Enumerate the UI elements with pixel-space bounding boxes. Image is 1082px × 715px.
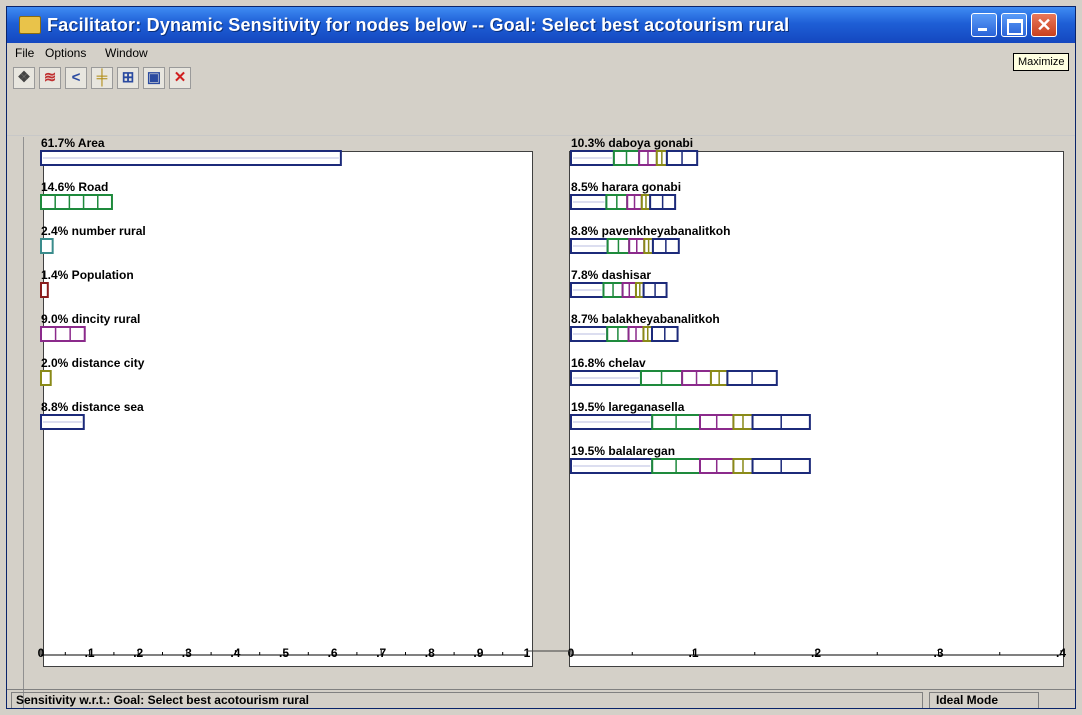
right-axis-tick-label: .2 [811, 646, 821, 660]
alternative-label: 19.5% balalaregan [571, 444, 675, 458]
criterion-bar [40, 326, 86, 342]
criterion-label: 14.6% Road [41, 180, 108, 194]
left-axis-tick-label: .8 [425, 646, 435, 660]
alternative-label: 19.5% lareganasella [571, 400, 685, 414]
alternative-label: 8.7% balakheyabanalitkoh [571, 312, 720, 326]
left-axis-tick-label: .3 [182, 646, 192, 660]
criterion-label: 9.0% dincity rural [41, 312, 140, 326]
right-axis-tick-label: .4 [1056, 646, 1066, 660]
right-axis-tick-label: 0 [568, 646, 575, 660]
criterion-label: 61.7% Area [41, 136, 105, 150]
alternative-label: 8.8% pavenkheyabanalitkoh [571, 224, 730, 238]
criterion-bar [40, 370, 52, 386]
status-text: Sensitivity w.r.t.: Goal: Select best ac… [11, 692, 923, 708]
left-axis-tick-label: .2 [133, 646, 143, 660]
left-axis-tick-label: .9 [473, 646, 483, 660]
mode-indicator: Ideal Mode [929, 692, 1039, 708]
criterion-label: 1.4% Population [41, 268, 134, 282]
criterion-label: 2.4% number rural [41, 224, 146, 238]
status-bar: Sensitivity w.r.t.: Goal: Select best ac… [7, 689, 1075, 708]
left-axis-tick-label: 0 [38, 646, 45, 660]
alternative-label: 7.8% dashisar [571, 268, 651, 282]
criterion-bar [40, 282, 49, 298]
alternative-label: 10.3% daboya gonabi [571, 136, 693, 150]
alternative-label: 8.5% harara gonabi [571, 180, 681, 194]
left-axis-tick-label: .6 [328, 646, 338, 660]
criterion-label: 8.8% distance sea [41, 400, 144, 414]
right-axis-tick-label: .3 [933, 646, 943, 660]
alternative-label: 16.8% chelav [571, 356, 646, 370]
criterion-bar [40, 238, 54, 254]
sensitivity-chart: 61.7% Area14.6% Road2.4% number rural1.4… [38, 136, 1067, 660]
left-axis-tick-label: .7 [376, 646, 386, 660]
criterion-bar [40, 194, 113, 210]
left-axis-tick-label: 1 [524, 646, 531, 660]
left-axis-tick-label: .4 [230, 646, 240, 660]
right-axis-tick-label: .1 [688, 646, 698, 660]
sensitivity-window: Facilitator: Dynamic Sensitivity for nod… [6, 6, 1076, 709]
left-axis-tick-label: .5 [279, 646, 289, 660]
left-axis-tick-label: .1 [85, 646, 95, 660]
criterion-label: 2.0% distance city [41, 356, 145, 370]
